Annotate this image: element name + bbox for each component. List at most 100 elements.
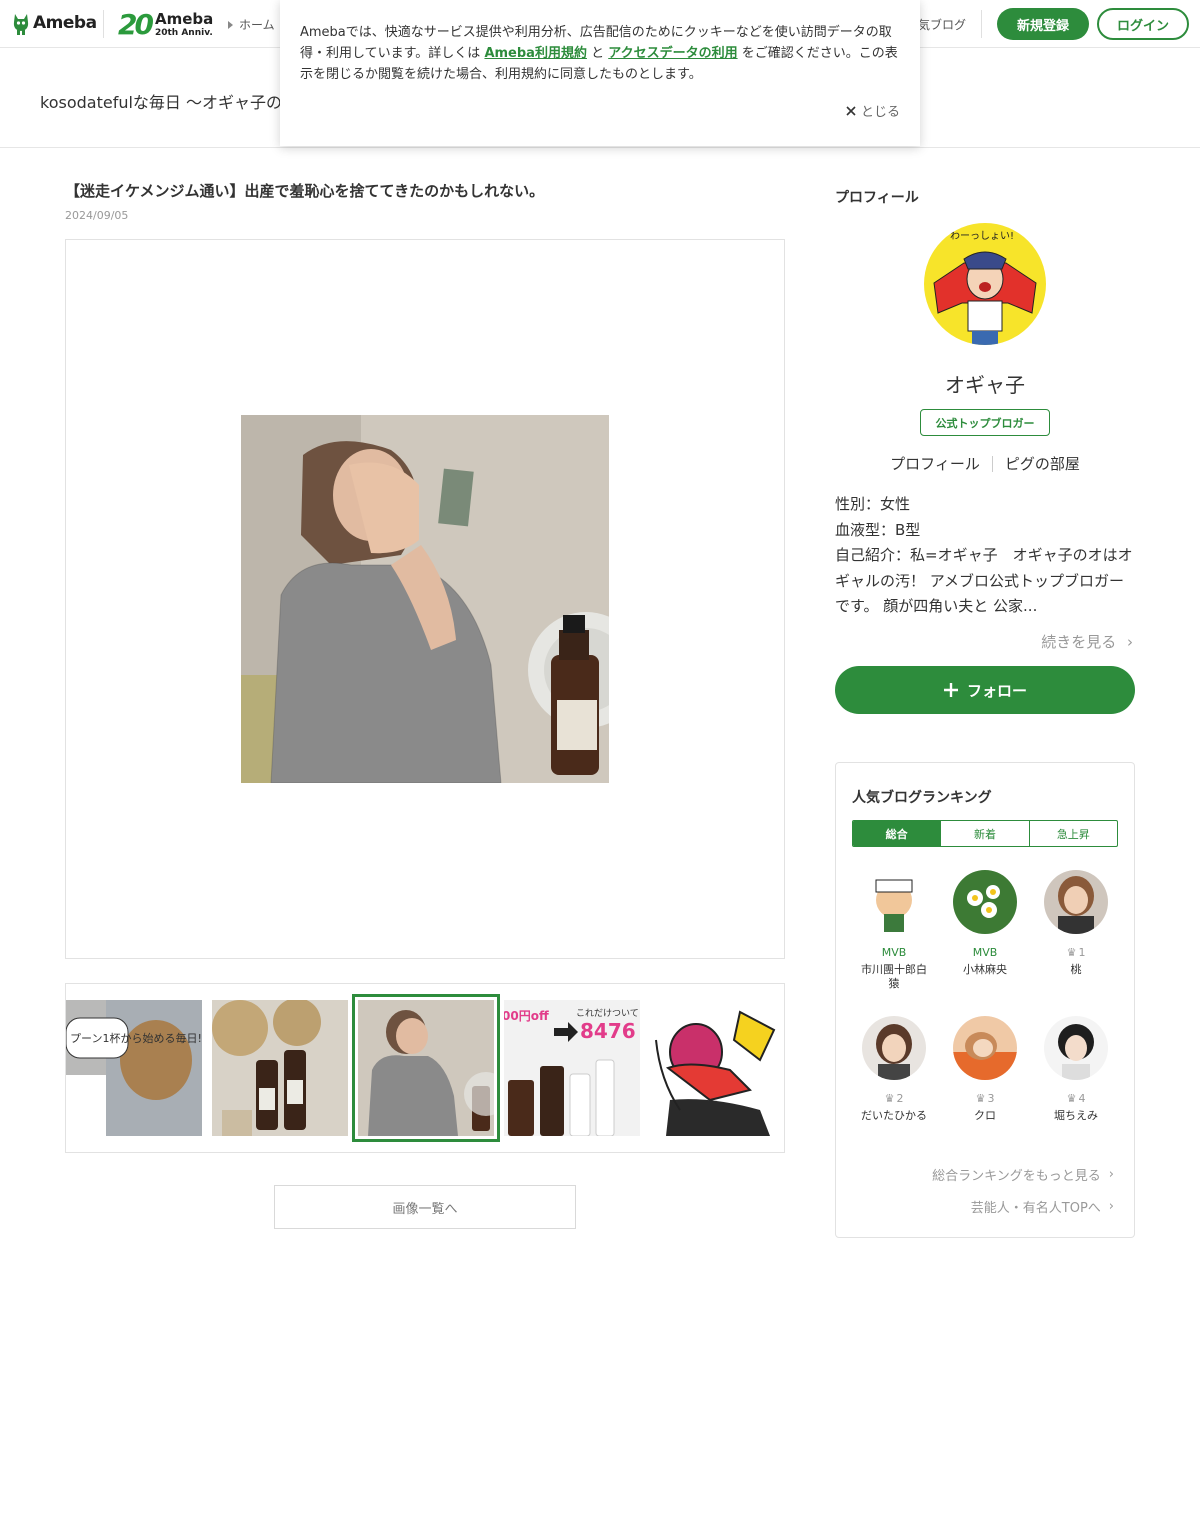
thumb-4-caption: これだけついて: [576, 1008, 639, 1019]
celeb-top-link[interactable]: 芸能人・有名人TOPへ ›: [971, 1197, 1114, 1216]
article-title: 【迷走イケメンジム通い】出産で羞恥心を捨ててきたのかもしれない。: [65, 182, 545, 200]
ranking-heading: 人気ブログランキング: [852, 790, 992, 806]
plus-icon: [943, 683, 958, 697]
pigg-room-link[interactable]: ピグの部屋: [1005, 453, 1080, 474]
tab-new[interactable]: 新着: [941, 821, 1030, 846]
thumbnail-4[interactable]: 00円off これだけついて 8476: [504, 1000, 640, 1136]
anniversary-line2: 20th Anniv.: [154, 27, 213, 38]
ranking-avatar-art: [953, 1016, 1017, 1080]
divider: [991, 455, 993, 472]
ranking-item[interactable]: ♛ 3 クロ: [940, 1016, 1030, 1123]
blog-title[interactable]: kosodatefulな毎日 〜オギャ子の: [40, 89, 282, 113]
crown-icon: ♛: [1066, 946, 1077, 959]
anniversary-line1: Ameba: [154, 9, 214, 28]
more-ranking-link[interactable]: 総合ランキングをもっと見る ›: [932, 1165, 1114, 1184]
top-blogger-badge[interactable]: 公式トップブロガー: [920, 409, 1050, 436]
ranking-item[interactable]: MVB 小林麻央: [940, 870, 1030, 977]
read-more-link[interactable]: 続きを見る ›: [835, 631, 1135, 652]
profile-intro: 自己紹介：私=オギャ子 オギャ子のオはオギャルの汚！ アメブロ公式トップブロガー…: [835, 546, 1133, 615]
follow-button[interactable]: フォロー: [835, 666, 1135, 714]
woman-covering-face-photo: [241, 415, 609, 783]
ranking-item[interactable]: MVB 市川團十郎白猿: [849, 870, 939, 991]
profile-blood: 血液型：B型: [835, 520, 921, 539]
crown-icon: ♛: [884, 1092, 895, 1105]
ranking-label: MVB: [972, 946, 998, 959]
rank-number: 1: [1078, 946, 1086, 959]
article-date: 2024/09/05: [65, 209, 129, 222]
thumb-4-price: 8476: [580, 1019, 636, 1043]
register-button[interactable]: 新規登録: [997, 8, 1089, 40]
anniversary-text: Ameba 20th Anniv.: [154, 9, 214, 38]
cookie-close-button[interactable]: とじる: [846, 101, 900, 120]
ameba-logo[interactable]: Ameba: [12, 10, 97, 36]
ranking-rank: ♛ 1: [1031, 946, 1121, 959]
ranking-name: 小林麻央: [963, 963, 1007, 976]
profile-details: 性別：女性 血液型：B型 自己紹介：私=オギャ子 オギャ子のオはオギャルの汚！ …: [835, 492, 1135, 620]
ranking-rank: ♛ 4: [1031, 1092, 1121, 1105]
divider: [103, 10, 104, 38]
rank-number: 3: [987, 1092, 995, 1105]
tab-overall[interactable]: 総合: [853, 821, 942, 846]
profile-gender: 性別：女性: [835, 495, 911, 513]
rank-number: 2: [896, 1092, 904, 1105]
ranking-rank: ♛ 2: [849, 1092, 939, 1105]
thumbnail-3-active[interactable]: [352, 994, 500, 1142]
profile-link[interactable]: プロフィール: [890, 453, 980, 474]
product-promo-thumbnail: 00円off これだけついて 8476: [504, 1000, 640, 1136]
thumbnail-1[interactable]: プーン1杯から始める毎日!: [66, 1000, 202, 1136]
ameba-mascot-icon: [13, 14, 29, 35]
ranking-avatar-art: [862, 1016, 926, 1080]
woman-covering-face-thumbnail: [358, 1000, 494, 1136]
terms-link[interactable]: Ameba利用規約: [484, 46, 587, 61]
ranking-label: MVB: [881, 946, 907, 959]
ranking-avatar: [862, 1016, 926, 1080]
thumb-1-text: プーン1杯から始める毎日!: [70, 1031, 202, 1045]
rank-number: 4: [1078, 1092, 1086, 1105]
granola-bag-thumbnail: プーン1杯から始める毎日!: [66, 1000, 202, 1136]
login-button[interactable]: ログイン: [1097, 8, 1189, 40]
close-icon: [846, 105, 856, 116]
ranking-tabs: 総合 新着 急上昇: [852, 820, 1118, 847]
ranking-avatar: [862, 870, 926, 934]
ranking-avatar-art: [953, 870, 1017, 934]
ranking-rank: ♛ 3: [940, 1092, 1030, 1105]
divider: [981, 10, 982, 38]
ranking-avatar: [1044, 1016, 1108, 1080]
thumb-4-discount: 00円off: [504, 1009, 549, 1023]
ranking-name: 市川團十郎白猿: [861, 963, 927, 990]
home-link[interactable]: ホーム: [228, 16, 275, 33]
main-image-viewer: [65, 239, 785, 959]
ranking-item[interactable]: ♛ 1 桃: [1031, 870, 1121, 977]
cookie-text-2: と: [586, 46, 609, 61]
popular-blog-link[interactable]: 気ブログ: [918, 16, 966, 33]
image-list-button[interactable]: 画像一覧へ: [274, 1185, 576, 1229]
access-data-link[interactable]: アクセスデータの利用: [608, 46, 737, 61]
ranking-name: クロ: [974, 1109, 996, 1122]
thumbnail-2[interactable]: [212, 1000, 348, 1136]
cookie-message: Amebaでは、快適なサービス提供や利用分析、広告配信のためにクッキーなどを使い…: [300, 22, 900, 85]
anniversary-number: 20: [118, 8, 154, 41]
tab-rising[interactable]: 急上昇: [1030, 821, 1117, 846]
read-more-label: 続きを見る: [1041, 633, 1117, 651]
ranking-item[interactable]: ♛ 4 堀ちえみ: [1031, 1016, 1121, 1123]
more-ranking-label: 総合ランキングをもっと見る: [932, 1169, 1101, 1184]
ranking-name: 桃: [1070, 963, 1082, 976]
cookie-close-label: とじる: [860, 105, 900, 120]
bottles-with-flowers-thumbnail: [212, 1000, 348, 1136]
ranking-panel: 人気ブログランキング 総合 新着 急上昇 MVB 市川團十郎白猿 MVB 小林麻…: [835, 762, 1135, 1238]
logo-text: Ameba: [33, 13, 97, 33]
profile-avatar[interactable]: わーっしょい!: [924, 223, 1046, 345]
profile-name: オギャ子: [945, 373, 1025, 397]
home-link-label: ホーム: [239, 18, 275, 32]
main-photo[interactable]: [241, 415, 609, 783]
ranking-avatar: [1044, 870, 1108, 934]
profile-links: プロフィール ピグの部屋: [835, 453, 1135, 474]
chevron-right-icon: ›: [1108, 1167, 1114, 1182]
thumbnail-5[interactable]: [650, 1000, 784, 1136]
ranking-item[interactable]: ♛ 2 だいたひかる: [849, 1016, 939, 1123]
ogyako-avatar-illustration: わーっしょい!: [924, 223, 1046, 345]
ranking-avatar-art: [862, 870, 926, 934]
celeb-top-label: 芸能人・有名人TOPへ: [970, 1201, 1101, 1216]
crown-icon: ♛: [1066, 1092, 1077, 1105]
anniversary-logo: 20 Ameba 20th Anniv.: [118, 8, 213, 41]
